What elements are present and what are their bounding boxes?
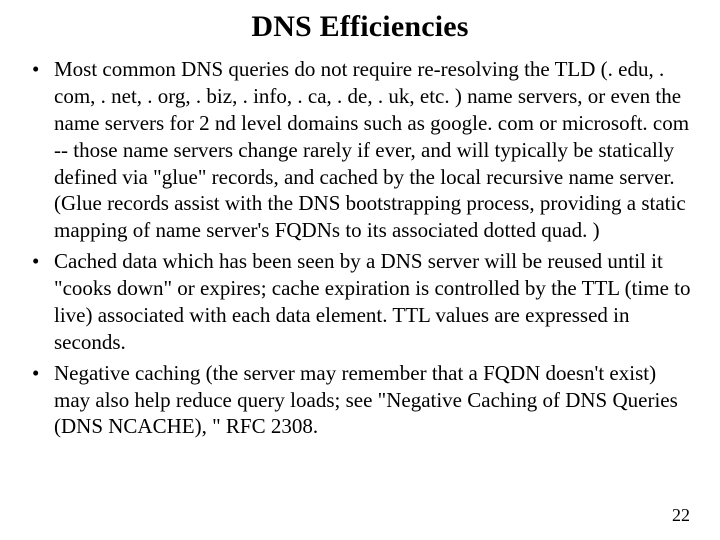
list-item: Most common DNS queries do not require r… xyxy=(26,56,694,244)
slide: DNS Efficiencies Most common DNS queries… xyxy=(0,0,720,540)
bullet-list: Most common DNS queries do not require r… xyxy=(26,56,694,440)
page-number: 22 xyxy=(672,505,690,526)
list-item: Negative caching (the server may remembe… xyxy=(26,360,694,441)
list-item: Cached data which has been seen by a DNS… xyxy=(26,248,694,356)
slide-title: DNS Efficiencies xyxy=(26,10,694,44)
